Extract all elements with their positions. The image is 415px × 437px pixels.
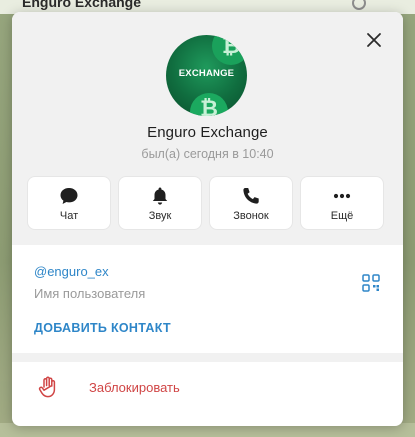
add-contact-button[interactable]: ДОБАВИТЬ КОНТАКТ (34, 321, 171, 335)
bitcoin-coin-icon: ₿ (212, 35, 247, 65)
hand-stop-icon (38, 376, 56, 398)
call-button-label: Звонок (233, 210, 269, 222)
call-button[interactable]: Звонок (210, 177, 292, 229)
phone-icon (243, 188, 259, 204)
qr-code-icon[interactable] (362, 274, 380, 292)
block-user-button[interactable]: Заблокировать (12, 362, 403, 414)
close-icon (367, 33, 381, 47)
mute-button[interactable]: Звук (119, 177, 201, 229)
chat-title: Enguro Exchange (22, 0, 142, 10)
bell-icon (152, 187, 168, 205)
block-user-label: Заблокировать (89, 380, 180, 395)
more-button[interactable]: Ещё (301, 177, 383, 229)
profile-name: Enguro Exchange (147, 124, 268, 141)
close-button[interactable] (362, 28, 386, 52)
action-buttons: Чат Звук Звонок Ещё (28, 177, 384, 229)
profile-modal: ₿ ₿ EXCHANGE Enguro Exchange был(а) сего… (12, 12, 403, 426)
more-button-label: Ещё (330, 210, 354, 222)
last-seen-status: был(а) сегодня в 10:40 (141, 147, 274, 161)
username-link[interactable]: @enguro_ex (34, 264, 109, 279)
username-caption: Имя пользователя (34, 286, 146, 301)
section-divider (12, 353, 403, 362)
more-dots-icon (333, 193, 351, 199)
chat-bubble-icon (60, 188, 78, 204)
chat-button-label: Чат (59, 210, 79, 222)
avatar-logo-text: EXCHANGE (178, 68, 235, 79)
mute-button-label: Звук (148, 210, 172, 222)
bitcoin-coin-icon: ₿ (190, 93, 228, 116)
chat-button[interactable]: Чат (28, 177, 110, 229)
search-icon[interactable] (352, 0, 366, 10)
avatar[interactable]: ₿ ₿ EXCHANGE (166, 35, 247, 116)
